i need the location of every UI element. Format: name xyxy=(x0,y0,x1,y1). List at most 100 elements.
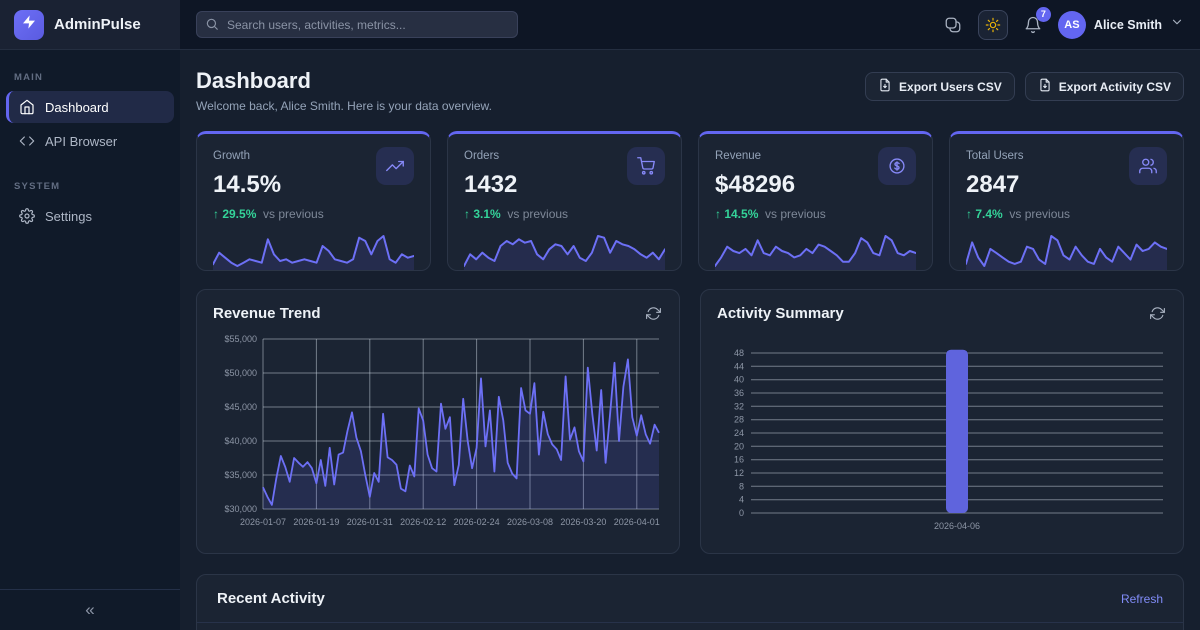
main-content: Dashboard Welcome back, Alice Smith. Her… xyxy=(180,50,1200,630)
svg-text:$35,000: $35,000 xyxy=(224,470,257,480)
sidebar-item-label: Settings xyxy=(45,209,92,224)
stat-delta: ↑ 29.5% vs previous xyxy=(213,207,414,221)
arrow-up-icon: ↑ 3.1% xyxy=(464,207,501,221)
revenue-trend-chart: $30,000 $35,000 $40,000 $45,000 $50,000 $55,0… xyxy=(213,331,663,543)
revenue-refresh-button[interactable] xyxy=(644,304,663,323)
app-name: AdminPulse xyxy=(54,16,141,33)
zap-icon xyxy=(21,14,37,30)
revenue-trend-card: Revenue Trend $30,000 $35,000 $40,000 $45,0… xyxy=(196,289,680,554)
theme-toggle-button[interactable] xyxy=(978,10,1008,40)
recent-activity-card: Recent Activity Refresh AUAdmin User Upd… xyxy=(196,574,1184,630)
arrow-up-icon: ↑ 29.5% xyxy=(213,207,256,221)
refresh-icon xyxy=(1150,306,1165,321)
svg-text:$55,000: $55,000 xyxy=(224,334,257,344)
sidebar-nav: MAIN Dashboard API Browser SYSTEM Settings xyxy=(0,50,180,234)
code-icon xyxy=(19,133,35,149)
svg-text:2026-01-07: 2026-01-07 xyxy=(240,517,286,527)
export-users-csv-button[interactable]: Export Users CSV xyxy=(865,72,1015,101)
svg-text:2026-02-12: 2026-02-12 xyxy=(400,517,446,527)
user-name: Alice Smith xyxy=(1094,18,1162,32)
settings-icon xyxy=(19,208,35,224)
chevron-down-icon xyxy=(1170,15,1184,29)
stat-card-growth: Growth 14.5% ↑ 29.5% vs previous xyxy=(196,131,431,271)
sidebar-item-settings[interactable]: Settings xyxy=(6,200,174,232)
sidebar-item-api-browser[interactable]: API Browser xyxy=(6,125,174,157)
topbar: AdminPulse 7 AS Alice Smith xyxy=(0,0,1200,50)
stat-delta: ↑ 14.5% vs previous xyxy=(715,207,916,221)
refresh-icon xyxy=(646,306,661,321)
sidebar-section-system: SYSTEM xyxy=(0,173,180,198)
recent-activity-refresh-link[interactable]: Refresh xyxy=(1121,592,1163,606)
stat-label: Orders xyxy=(464,147,499,162)
sidebar-collapse-button[interactable]: « xyxy=(85,600,94,620)
svg-text:20: 20 xyxy=(734,441,744,451)
svg-text:48: 48 xyxy=(734,348,744,358)
stat-label: Revenue xyxy=(715,147,761,162)
docs-button[interactable] xyxy=(942,14,964,36)
svg-text:2026-01-31: 2026-01-31 xyxy=(347,517,393,527)
svg-text:24: 24 xyxy=(734,428,744,438)
svg-text:44: 44 xyxy=(734,361,744,371)
stat-sparkline xyxy=(213,230,414,270)
arrow-up-icon: ↑ 14.5% xyxy=(715,207,758,221)
svg-text:8: 8 xyxy=(739,481,744,491)
recent-activity-title: Recent Activity xyxy=(217,590,325,607)
svg-text:$50,000: $50,000 xyxy=(224,368,257,378)
svg-text:2026-03-20: 2026-03-20 xyxy=(560,517,606,527)
topbar-main: 7 AS Alice Smith xyxy=(180,0,1200,49)
svg-text:40: 40 xyxy=(734,375,744,385)
activity-summary-chart: 048121620242832364044482026-04-06 xyxy=(717,331,1167,543)
notification-badge: 7 xyxy=(1036,7,1051,22)
docs-icon xyxy=(944,16,962,34)
stat-sparkline xyxy=(966,230,1167,270)
svg-text:$30,000: $30,000 xyxy=(224,504,257,514)
file-export-icon xyxy=(878,78,892,95)
stat-delta: ↑ 3.1% vs previous xyxy=(464,207,665,221)
svg-text:2026-03-08: 2026-03-08 xyxy=(507,517,553,527)
stat-sparkline xyxy=(715,230,916,270)
search-box xyxy=(196,11,518,38)
topbar-actions: 7 AS Alice Smith xyxy=(942,10,1184,40)
export-activity-csv-button[interactable]: Export Activity CSV xyxy=(1025,72,1184,101)
sidebar-item-label: API Browser xyxy=(45,134,117,149)
stat-value: 14.5% xyxy=(213,171,414,199)
stat-delta: ↑ 7.4% vs previous xyxy=(966,207,1167,221)
activity-summary-card: Activity Summary 04812162024283236404448… xyxy=(700,289,1184,554)
avatar: AS xyxy=(1058,11,1086,39)
svg-text:16: 16 xyxy=(734,455,744,465)
sidebar: MAIN Dashboard API Browser SYSTEM Settings « xyxy=(0,50,180,630)
activity-refresh-button[interactable] xyxy=(1148,304,1167,323)
stat-label: Total Users xyxy=(966,147,1024,162)
svg-text:$45,000: $45,000 xyxy=(224,402,257,412)
sun-icon xyxy=(985,17,1001,33)
stat-value: 1432 xyxy=(464,171,665,199)
sidebar-footer: « xyxy=(0,589,180,630)
file-export-icon xyxy=(878,78,892,92)
sidebar-item-label: Dashboard xyxy=(45,100,109,115)
app-logo xyxy=(14,10,44,40)
page-subtitle: Welcome back, Alice Smith. Here is your … xyxy=(196,99,492,113)
page-title: Dashboard xyxy=(196,68,492,94)
search-icon xyxy=(205,17,219,31)
svg-text:2026-04-06: 2026-04-06 xyxy=(934,521,980,531)
notifications: 7 xyxy=(1022,14,1044,36)
activity-summary-title: Activity Summary xyxy=(717,305,844,322)
chevron-down-icon xyxy=(1170,15,1184,34)
stat-value: 2847 xyxy=(966,171,1167,199)
arrow-up-icon: ↑ 7.4% xyxy=(966,207,1003,221)
activity-list-item[interactable]: AUAdmin User Updated product listingProd… xyxy=(197,623,1183,630)
sidebar-section-main: MAIN xyxy=(0,64,180,89)
user-menu[interactable]: AS Alice Smith xyxy=(1058,11,1184,39)
svg-text:$40,000: $40,000 xyxy=(224,436,257,446)
revenue-trend-title: Revenue Trend xyxy=(213,305,321,322)
svg-text:2026-04-01: 2026-04-01 xyxy=(614,517,660,527)
sidebar-item-dashboard[interactable]: Dashboard xyxy=(6,91,174,123)
stat-label: Growth xyxy=(213,147,250,162)
file-export-icon xyxy=(1038,78,1052,92)
stat-card-total-users: Total Users 2847 ↑ 7.4% vs previous xyxy=(949,131,1184,271)
stat-card-orders: Orders 1432 ↑ 3.1% vs previous xyxy=(447,131,682,271)
search-input[interactable] xyxy=(196,11,518,38)
file-export-icon xyxy=(1038,78,1052,95)
stat-card-revenue: Revenue$48296↑ 14.5% vs previous xyxy=(698,131,933,271)
svg-text:36: 36 xyxy=(734,388,744,398)
